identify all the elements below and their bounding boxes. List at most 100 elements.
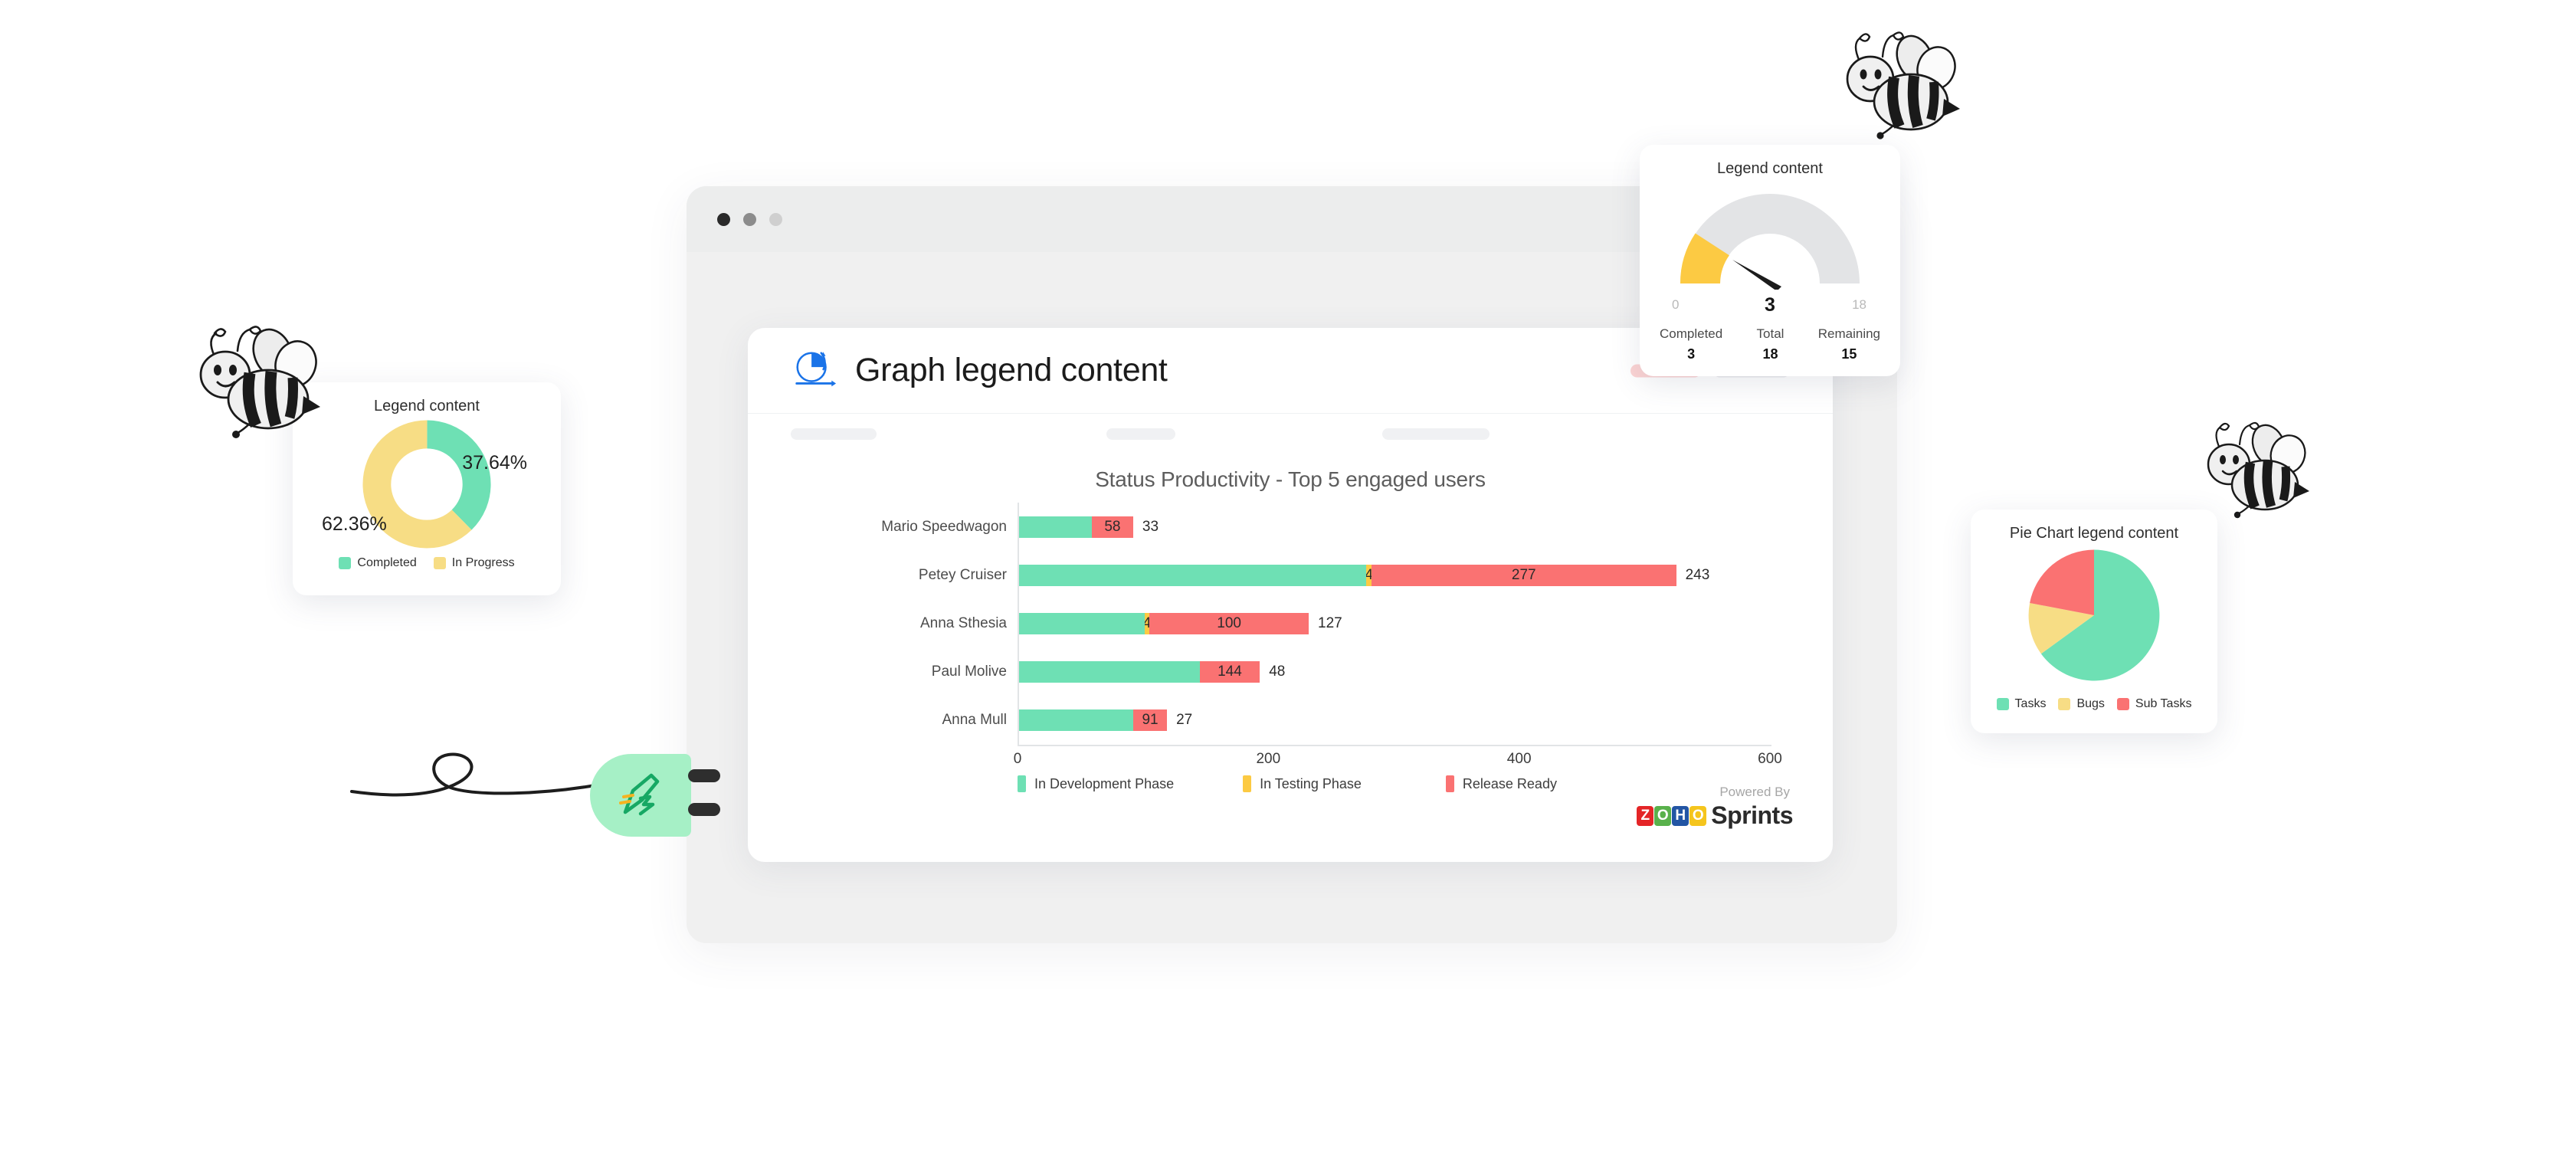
pie-chart-refresh-icon xyxy=(791,347,838,395)
x-axis-tick: 200 xyxy=(1256,751,1281,767)
bar-segment[interactable] xyxy=(1019,564,1367,586)
legend-label: In Development Phase xyxy=(1034,775,1175,791)
bar-row[interactable]: Paul Molive 144 48 xyxy=(932,661,1286,683)
gauge-value-label: 3 xyxy=(1765,294,1775,316)
bar-row[interactable]: Anna Sthesia 4 100 127 xyxy=(920,613,1342,634)
pie-chart-card: Pie Chart legend content Tasks Bugs Sub Ta… xyxy=(1971,510,2217,733)
powered-by-label: Powered By xyxy=(1719,785,1790,799)
pencil-icon xyxy=(619,773,660,816)
legend-label: Completed xyxy=(357,556,417,569)
bar-value-label: 27 xyxy=(1176,712,1193,729)
bar-segment[interactable] xyxy=(1019,661,1200,683)
gauge-max-label: 18 xyxy=(1852,297,1866,312)
donut-chart-legend: Completed In Progress xyxy=(293,556,561,570)
legend-label: Bugs xyxy=(2076,697,2105,710)
skeleton-bar-3 xyxy=(1382,428,1490,440)
legend-item[interactable]: Tasks xyxy=(1996,697,2047,711)
pie-chart-legend: Tasks Bugs Sub Tasks xyxy=(1971,697,2217,711)
page-title: Graph legend content xyxy=(855,352,1168,388)
bee-illustration-right xyxy=(2207,421,2309,519)
legend-swatch xyxy=(1018,775,1026,792)
bar-category-label: Petey Cruiser xyxy=(918,566,1007,583)
window-dot-maximize[interactable] xyxy=(769,212,782,226)
gauge-stat-value: 15 xyxy=(1841,346,1857,362)
plug-pin-bottom xyxy=(688,803,720,816)
bar-row[interactable]: Anna Mull 91 27 xyxy=(942,709,1193,732)
zoho-letter-block: H xyxy=(1672,805,1689,826)
legend-swatch xyxy=(2058,698,2071,710)
bar-segment[interactable] xyxy=(1019,709,1133,732)
gauge-stat-label: Remaining xyxy=(1817,326,1880,341)
bar-segment[interactable]: 144 xyxy=(1199,661,1260,683)
legend-label: Sub Tasks xyxy=(2135,697,2192,710)
bar-row[interactable]: Mario Speedwagon 58 33 xyxy=(881,516,1159,538)
legend-item[interactable]: In Testing Phase xyxy=(1243,775,1362,792)
window-dot-close[interactable] xyxy=(717,212,730,226)
legend-item[interactable]: Completed xyxy=(339,556,417,570)
gauge-chart-svg xyxy=(1680,194,1860,290)
bar-category-label: Anna Sthesia xyxy=(919,615,1007,631)
legend-label: In Progress xyxy=(451,556,515,569)
bar-segment[interactable]: 91 xyxy=(1132,709,1168,732)
bar-chart-plot: Mario Speedwagon 58 33 Petey Cruiser 4 277 243… xyxy=(881,503,1771,746)
legend-swatch xyxy=(2116,698,2129,710)
gauge-scale: 0 3 18 xyxy=(1667,294,1873,317)
gauge-stat-value: 18 xyxy=(1762,346,1778,362)
legend-item[interactable]: Sub Tasks xyxy=(2116,697,2192,711)
legend-swatch xyxy=(339,557,352,569)
legend-item[interactable]: Release Ready xyxy=(1445,775,1557,792)
bar-segment[interactable] xyxy=(1019,516,1092,538)
chart-title: Status Productivity - Top 5 engaged user… xyxy=(1095,467,1486,491)
bar-category-label: Paul Molive xyxy=(931,664,1007,680)
bar-category-label: Anna Mull xyxy=(942,712,1008,729)
gauge-stat: Total 18 xyxy=(1757,326,1785,362)
legend-label: In Testing Phase xyxy=(1260,775,1362,791)
gauge-stat-value: 3 xyxy=(1687,346,1696,362)
gauge-stat-label: Completed xyxy=(1660,326,1723,341)
gauge-stats-row: Completed 3 Total 18 Remaining 15 xyxy=(1640,317,1900,362)
bar-segment[interactable]: 277 xyxy=(1371,564,1676,586)
pie-card-title: Pie Chart legend content xyxy=(2009,525,2179,542)
dashboard-card: Graph legend content Status Productivity… xyxy=(748,328,1833,862)
legend-item[interactable]: In Progress xyxy=(433,556,515,570)
bar-value-label: 48 xyxy=(1269,664,1286,680)
squiggle-line xyxy=(350,752,597,797)
zoho-letter-block: O xyxy=(1689,805,1707,826)
legend-swatch xyxy=(1445,775,1454,792)
x-axis-tick: 600 xyxy=(1758,751,1782,767)
sprints-wordmark: Sprints xyxy=(1711,801,1793,829)
legend-label: Tasks xyxy=(2014,697,2047,710)
pie-chart-area xyxy=(1971,547,2217,691)
bar-value-label: 243 xyxy=(1685,566,1710,583)
bar-chart-container: Status Productivity - Top 5 engaged user… xyxy=(748,454,1833,792)
gauge-stat: Completed 3 xyxy=(1660,326,1722,362)
bar-row[interactable]: Petey Cruiser 4 277 243 xyxy=(919,564,1710,586)
window-dot-minimize[interactable] xyxy=(743,212,756,226)
legend-swatch xyxy=(433,557,446,569)
gauge-min-label: 0 xyxy=(1672,297,1680,312)
page-root: Graph legend content Status Productivity… xyxy=(0,0,2576,1160)
donut-value-label-in-progress: 62.36% xyxy=(322,513,387,535)
zoho-logo: ZOHO Sprints xyxy=(1637,801,1793,830)
subheader-skeleton-group xyxy=(748,414,1833,454)
legend-label: Release Ready xyxy=(1462,775,1557,791)
gauge-stat: Remaining 15 xyxy=(1818,326,1880,362)
x-axis-tick: 400 xyxy=(1506,751,1532,767)
skeleton-bar-1 xyxy=(791,428,877,440)
donut-value-label-completed: 37.64% xyxy=(462,452,527,474)
legend-item[interactable]: Bugs xyxy=(2058,697,2105,711)
pie-chart-svg xyxy=(2028,549,2160,681)
bee-illustration-top-right xyxy=(1846,31,1960,139)
legend-swatch xyxy=(1996,698,2009,710)
legend-item[interactable]: In Development Phase xyxy=(1018,775,1174,792)
plug-pin-top xyxy=(688,769,720,782)
gauge-chart-area xyxy=(1640,182,1900,297)
bar-segment[interactable] xyxy=(1019,613,1145,634)
bar-segment[interactable]: 100 xyxy=(1149,613,1309,634)
zoho-letter-block: O xyxy=(1654,805,1672,826)
bar-segment[interactable]: 58 xyxy=(1091,516,1133,538)
plug-badge[interactable] xyxy=(590,754,691,837)
bee-illustration-left xyxy=(199,326,320,438)
legend-swatch xyxy=(1243,775,1252,792)
x-axis: 0 200 400 600 xyxy=(1014,746,1782,772)
